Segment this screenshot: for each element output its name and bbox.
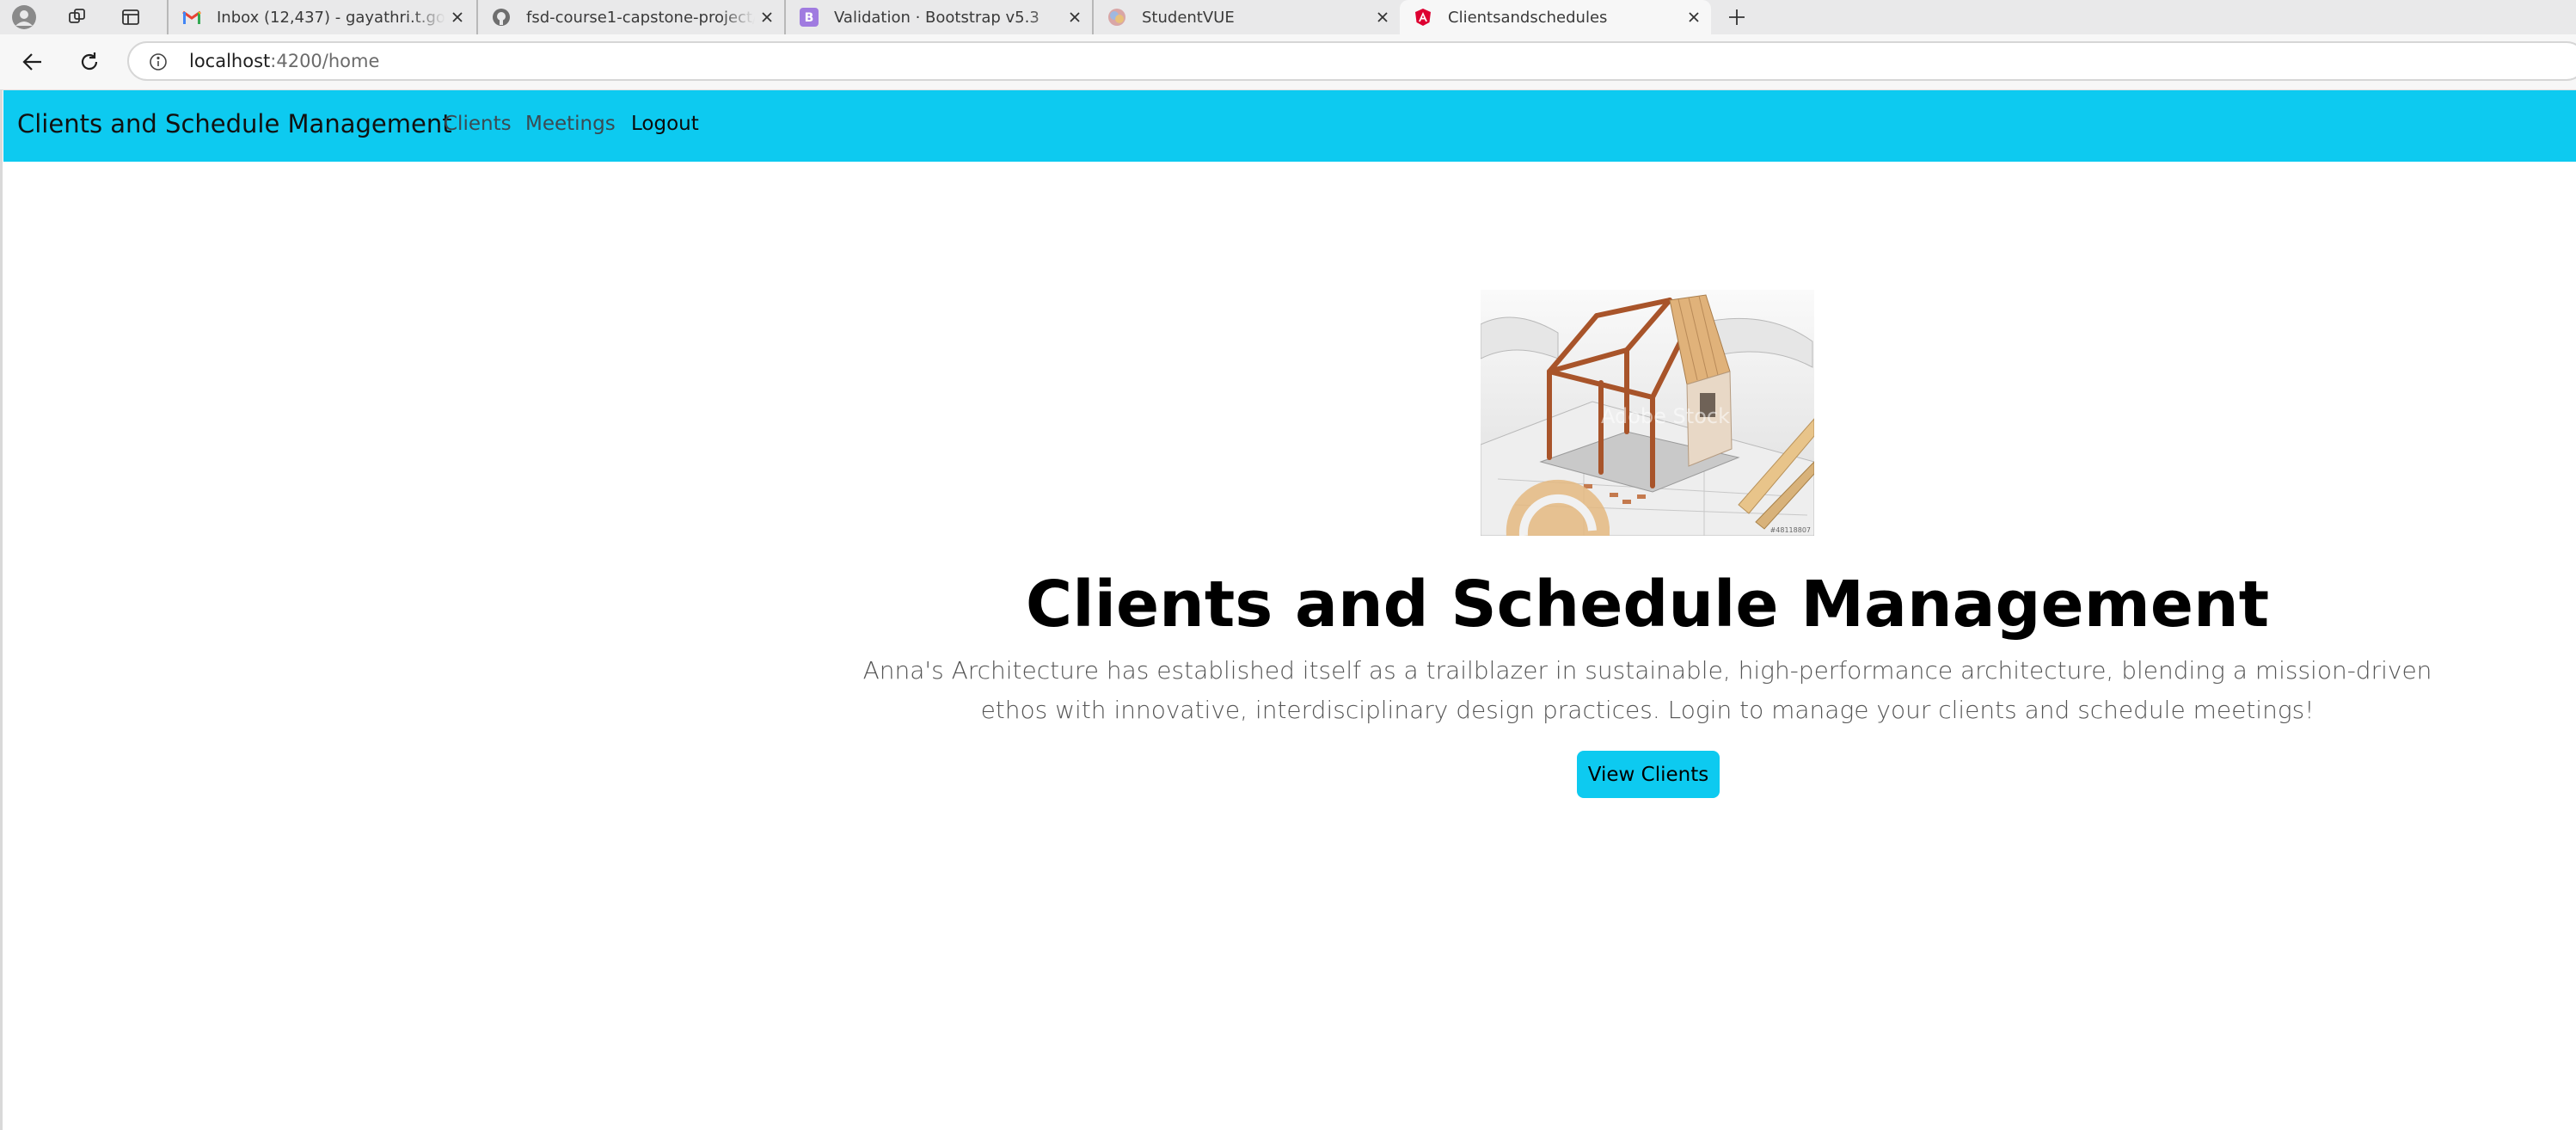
close-icon[interactable] <box>445 5 469 29</box>
gmail-icon <box>182 8 201 27</box>
new-tab-button[interactable] <box>1723 3 1751 31</box>
angular-icon <box>1414 8 1432 27</box>
reload-icon <box>81 52 98 71</box>
url-host: localhost <box>189 51 271 71</box>
browser-tab-clientsandschedules[interactable]: Clientsandschedules <box>1400 0 1711 34</box>
nav-link-clients[interactable]: Clients <box>444 113 512 135</box>
browser-tab-gmail[interactable]: Inbox (12,437) - gayathri.t.gopinath <box>167 0 475 34</box>
browser-tab-github[interactable]: fsd-course1-capstone-project/client <box>476 0 784 34</box>
address-bar[interactable]: localhost:4200/home <box>127 41 2576 81</box>
hero-lead-text: Anna's Architecture has established itse… <box>862 656 2432 724</box>
navbar-brand[interactable]: Clients and Schedule Management <box>17 109 452 138</box>
browser-tab-title: Clientsandschedules <box>1448 8 1608 27</box>
arrow-left-icon <box>22 53 41 71</box>
reload-button[interactable] <box>74 46 105 77</box>
nav-link-meetings[interactable]: Meetings <box>525 113 616 135</box>
bootstrap-icon: B <box>800 8 819 27</box>
svg-text:B: B <box>805 11 814 25</box>
close-icon[interactable] <box>1371 5 1395 29</box>
hero-house-image: Adobe Stock #48118807 <box>1481 290 1814 536</box>
browser-toolbar: localhost:4200/home <box>0 34 2576 90</box>
browser-tab-strip: Inbox (12,437) - gayathri.t.gopinath fsd… <box>0 0 2576 34</box>
profile-avatar-icon[interactable] <box>10 3 38 31</box>
view-clients-button[interactable]: View Clients <box>1577 751 1720 798</box>
url-path: :4200/home <box>270 51 380 71</box>
hero-image-id: #48118807 <box>1770 526 1811 534</box>
hero-image-watermark: Adobe Stock <box>1601 404 1730 428</box>
close-icon[interactable] <box>1682 5 1706 29</box>
plus-icon <box>1729 9 1745 25</box>
close-icon[interactable] <box>1063 5 1087 29</box>
hero-title: Clients and Schedule Management <box>1025 568 2270 642</box>
close-icon[interactable] <box>755 5 779 29</box>
nav-link-logout[interactable]: Logout <box>631 113 699 135</box>
browser-tab-bootstrap[interactable]: B Validation · Bootstrap v5.3 <box>784 0 1092 34</box>
app-navbar: Clients and Schedule Management Clients … <box>3 90 2576 162</box>
browser-tab-title: StudentVUE <box>1142 8 1235 27</box>
browser-tab-studentvue[interactable]: StudentVUE <box>1092 0 1400 34</box>
workspaces-icon[interactable] <box>64 3 91 31</box>
tab-actions-icon[interactable] <box>117 3 144 31</box>
site-info-icon[interactable] <box>148 52 169 72</box>
browser-tab-title: fsd-course1-capstone-project/client <box>526 8 755 27</box>
back-button[interactable] <box>17 46 48 77</box>
address-url: localhost:4200/home <box>189 51 379 71</box>
github-icon <box>492 8 511 27</box>
page-left-border <box>0 89 3 1130</box>
browser-tab-title: Validation · Bootstrap v5.3 <box>834 8 1040 27</box>
studentvue-icon <box>1107 8 1126 27</box>
browser-tab-title: Inbox (12,437) - gayathri.t.gopinath <box>217 8 445 27</box>
